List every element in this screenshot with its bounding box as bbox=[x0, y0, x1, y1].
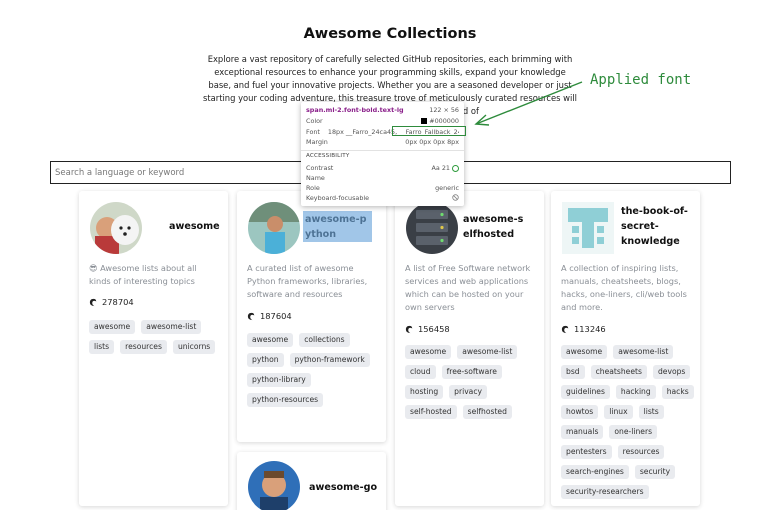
star-count: 187604 bbox=[247, 311, 292, 321]
tag[interactable]: selfhosted bbox=[462, 405, 512, 419]
tag[interactable]: linux bbox=[604, 405, 633, 419]
tag[interactable]: awesome-list bbox=[457, 345, 518, 359]
star-icon bbox=[405, 325, 413, 333]
tag[interactable]: free-software bbox=[441, 365, 502, 379]
inspector-name-label: Name bbox=[306, 174, 325, 182]
avatar bbox=[562, 202, 614, 254]
avatar bbox=[248, 202, 300, 254]
inspector-color-value: #000000 bbox=[421, 117, 459, 125]
tag[interactable]: resources bbox=[120, 340, 167, 354]
tag[interactable]: howtos bbox=[561, 405, 599, 419]
inspector-color-text: #000000 bbox=[429, 117, 459, 125]
tag[interactable]: awesome-list bbox=[141, 320, 202, 334]
star-count-value: 113246 bbox=[574, 324, 606, 334]
tag[interactable]: hacks bbox=[661, 385, 694, 399]
tag[interactable]: awesome bbox=[405, 345, 452, 359]
tag[interactable]: bsd bbox=[561, 365, 585, 379]
repo-card-awesome[interactable]: awesome 😎 Awesome lists about all kinds … bbox=[79, 191, 228, 506]
tag[interactable]: manuals bbox=[561, 425, 604, 439]
inspector-margin-label: Margin bbox=[306, 138, 328, 146]
repo-card-awesome-go[interactable]: awesome-go bbox=[237, 452, 386, 510]
tag[interactable]: security bbox=[634, 465, 676, 479]
tag[interactable]: hacking bbox=[615, 385, 656, 399]
tag-list: awesome awesome-list lists resources uni… bbox=[89, 320, 224, 354]
repo-description: A list of Free Software network services… bbox=[405, 263, 531, 312]
inspector-role-label: Role bbox=[306, 184, 320, 192]
star-icon bbox=[561, 325, 569, 333]
inspector-tooltip: span.ml-2.font-bold.text-lg 122 × 56 Col… bbox=[301, 102, 466, 206]
star-count-value: 156458 bbox=[418, 324, 450, 334]
repo-card-awesome-selfhosted[interactable]: awesome-selfhosted A list of Free Softwa… bbox=[395, 191, 544, 506]
tag-list: awesome collections python python-framew… bbox=[247, 333, 382, 407]
tag[interactable]: python-framework bbox=[289, 353, 370, 367]
page-title: Awesome Collections bbox=[303, 26, 477, 42]
inspector-color-label: Color bbox=[306, 117, 323, 125]
tag[interactable]: cloud bbox=[405, 365, 436, 379]
inspector-margin-value: 0px 0px 0px 8px bbox=[405, 138, 459, 146]
tag[interactable]: lists bbox=[638, 405, 664, 419]
tag[interactable]: cheatsheets bbox=[590, 365, 647, 379]
repo-description: A collection of inspiring lists, manuals… bbox=[561, 263, 687, 312]
star-count: 113246 bbox=[561, 324, 606, 334]
repo-description: 😎 Awesome lists about all kinds of inter… bbox=[89, 263, 197, 286]
repo-title[interactable]: the-book-of-secret-knowledge bbox=[621, 204, 693, 249]
inspector-focusable-label: Keyboard-focusable bbox=[306, 194, 370, 202]
applied-font-outline bbox=[392, 126, 466, 136]
repo-title[interactable]: awesome bbox=[169, 219, 229, 234]
check-circle-icon bbox=[452, 164, 459, 172]
star-count: 156458 bbox=[405, 324, 450, 334]
tag[interactable]: awesome bbox=[89, 320, 136, 334]
inspector-size: 122 × 56 bbox=[429, 106, 459, 114]
repo-title[interactable]: awesome-selfhosted bbox=[463, 212, 529, 242]
tag-list: awesome awesome-list cloud free-software… bbox=[405, 345, 535, 419]
contrast-text: Aa 21 bbox=[431, 164, 450, 172]
tag[interactable]: python-resources bbox=[247, 393, 324, 407]
repo-description: A curated list of awesome Python framewo… bbox=[247, 263, 368, 299]
star-count: 278704 bbox=[89, 297, 134, 307]
avatar bbox=[90, 202, 142, 254]
tag[interactable]: python bbox=[247, 353, 284, 367]
avatar bbox=[406, 202, 458, 254]
inspector-contrast-label: Contrast bbox=[306, 164, 334, 172]
repo-card-the-book-of-secret-knowledge[interactable]: the-book-of-secret-knowledge A collectio… bbox=[551, 191, 700, 506]
annotation-arrow-icon bbox=[474, 81, 583, 126]
not-allowed-icon bbox=[452, 194, 459, 201]
color-swatch bbox=[421, 118, 428, 124]
tag[interactable]: hosting bbox=[405, 385, 444, 399]
tag[interactable]: devops bbox=[652, 365, 691, 379]
tag[interactable]: one-liners bbox=[609, 425, 658, 439]
inspector-font-label: Font bbox=[306, 128, 320, 136]
annotation-label: Applied font bbox=[590, 72, 692, 88]
star-icon bbox=[89, 298, 97, 306]
tag[interactable]: awesome-list bbox=[613, 345, 674, 359]
tag[interactable]: search-engines bbox=[561, 465, 629, 479]
accessibility-header: ACCESSIBILITY bbox=[306, 153, 350, 159]
tag[interactable]: unicorns bbox=[172, 340, 216, 354]
tag[interactable]: self-hosted bbox=[405, 405, 457, 419]
divider bbox=[301, 150, 464, 151]
tag-list: awesome awesome-list bsd cheatsheets dev… bbox=[561, 345, 696, 499]
inspect-highlight bbox=[303, 211, 372, 242]
tag[interactable]: lists bbox=[89, 340, 115, 354]
tag[interactable]: resources bbox=[617, 445, 665, 459]
inspector-selector: span.ml-2.font-bold.text-lg bbox=[306, 106, 404, 114]
avatar bbox=[248, 461, 300, 510]
star-icon bbox=[247, 312, 255, 320]
star-count-value: 278704 bbox=[102, 297, 134, 307]
tag[interactable]: python-library bbox=[247, 373, 311, 387]
tag[interactable]: pentesters bbox=[561, 445, 612, 459]
repo-title[interactable]: awesome-go bbox=[309, 480, 384, 495]
tag[interactable]: awesome bbox=[561, 345, 608, 359]
tag[interactable]: privacy bbox=[449, 385, 488, 399]
tag[interactable]: collections bbox=[299, 333, 350, 347]
tag[interactable]: security-researchers bbox=[561, 485, 649, 499]
tag[interactable]: guidelines bbox=[561, 385, 610, 399]
star-count-value: 187604 bbox=[260, 311, 292, 321]
inspector-role-value: generic bbox=[435, 184, 459, 192]
inspector-contrast-value: Aa 21 bbox=[431, 164, 459, 172]
tag[interactable]: awesome bbox=[247, 333, 294, 347]
